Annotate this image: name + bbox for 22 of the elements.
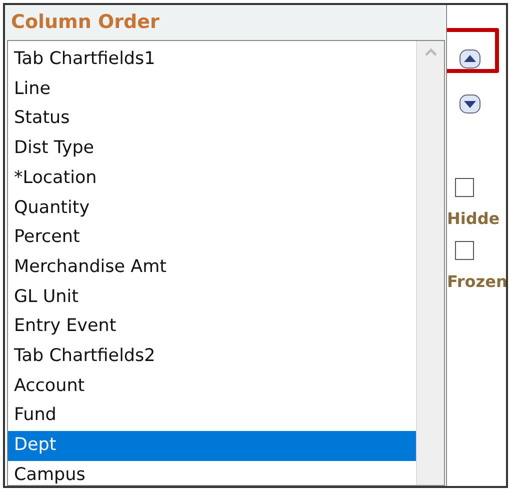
checkbox[interactable] [455,178,474,197]
checkbox-label: Frozen [447,271,506,293]
move-down-button[interactable] [459,94,481,114]
list-item[interactable]: Percent [8,223,416,253]
list-item[interactable]: Merchandise Amt [8,252,416,283]
list-item[interactable]: Quantity [8,194,416,224]
move-up-button[interactable] [459,49,481,69]
list-item[interactable]: Status [8,104,416,134]
list-item[interactable]: Tab Chartfields1 [8,45,416,75]
checkbox[interactable] [455,241,474,260]
list-item[interactable]: Dist Type [8,134,416,164]
section-title: Column Order [5,5,445,40]
list-item[interactable]: Fund [8,401,416,432]
list-item[interactable]: *Location [8,164,416,194]
list-item[interactable]: Tab Chartfields2 [8,342,416,372]
list-item[interactable]: Account [8,372,416,402]
list-item[interactable]: Line [8,74,416,104]
list-item[interactable]: Dept [8,431,416,461]
list-item[interactable]: Campus [8,460,416,485]
checkbox-label: Hidde [447,208,501,230]
list-item[interactable]: Entry Event [8,312,416,342]
list-item[interactable]: GL Unit [8,282,416,312]
